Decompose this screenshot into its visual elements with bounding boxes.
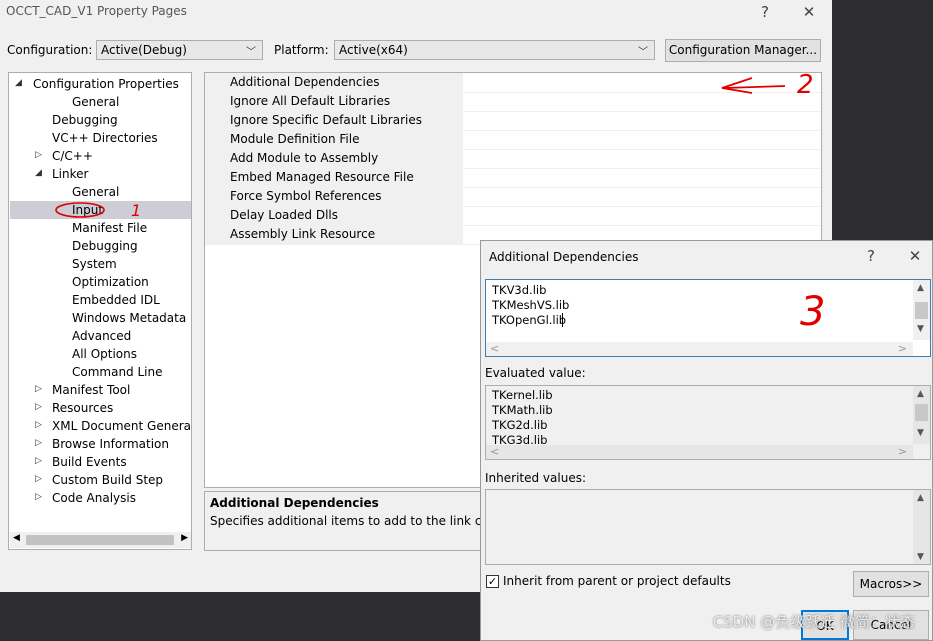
watermark: CSDN @负级跃迁 微简：状态 <box>712 613 915 631</box>
annotation-mark-1: 1 <box>131 201 141 220</box>
annotation-mark-3: 3 <box>800 289 825 335</box>
annotation-layer: 1 2 3 <box>55 70 825 335</box>
input-circle-mark <box>55 202 105 218</box>
annotation-mark-2: 2 <box>797 70 814 100</box>
arrow-mark <box>721 77 786 94</box>
